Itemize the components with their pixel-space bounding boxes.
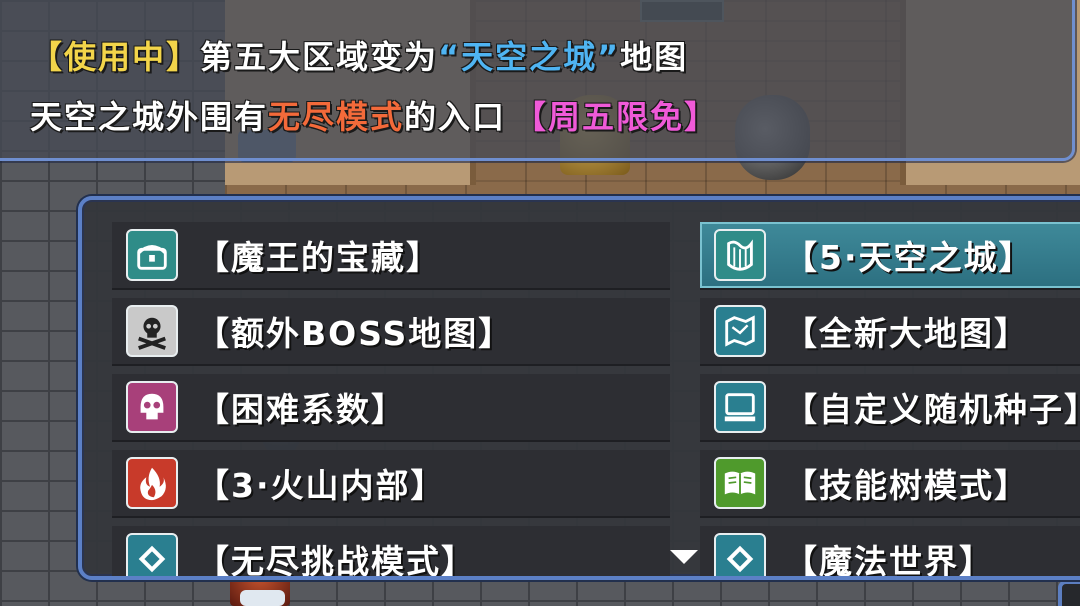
menu-item-label: 【魔王的宝藏】 [196,238,441,277]
skull-crossbones-icon [126,305,178,357]
diamond-icon [714,533,766,576]
menu-item-label: 【5·天空之城】 [784,238,1034,277]
menu-item-difficulty[interactable]: 【困难系数】 [112,374,670,442]
menu-item-demon-treasure[interactable]: 【魔王的宝藏】 [112,222,670,290]
menu-item-label: 【魔法世界】 [784,542,994,580]
menu-item-volcano[interactable]: 【3·火山内部】 [112,450,670,518]
announcement-line-2: 天空之城外围有无尽模式的入口 【周五限免】 [30,92,718,138]
menu-item-magic-world[interactable]: 【魔法世界】 [700,526,1080,580]
menu-item-endless-challenge[interactable]: 【无尽挑战模式】 [112,526,670,580]
announcement-line-1: 【使用中】第五大区域变为“天空之城”地图 [30,32,688,78]
menu-item-custom-seed[interactable]: 【自定义随机种子】 [700,374,1080,442]
computer-icon [714,381,766,433]
announcement-text: 地图 [620,38,689,76]
announcement-text: 第五大区域变为 [200,38,439,76]
menu-item-label: 【3·火山内部】 [196,466,446,505]
harp-icon [714,229,766,281]
menu-item-extra-boss-map[interactable]: 【额外BOSS地图】 [112,298,670,366]
book-icon [714,457,766,509]
menu-item-label: 【困难系数】 [196,390,406,429]
announcement-text: 的入口 [404,98,507,136]
map-icon [714,305,766,357]
diamond-icon [126,533,178,576]
mode-menu-panel: 【魔王的宝藏】 【额外BOSS地图】 【困难系数】 【3·火山内部】 【无尽挑战… [78,196,1080,580]
menu-item-label: 【额外BOSS地图】 [196,314,514,353]
menu-item-label: 【全新大地图】 [784,314,1029,353]
menu-item-label: 【自定义随机种子】 [784,390,1080,429]
treasure-chest-icon [126,229,178,281]
scroll-down-arrow-icon[interactable] [670,550,698,564]
menu-item-label: 【无尽挑战模式】 [196,542,476,580]
menu-item-sky-city[interactable]: 【5·天空之城】 [700,222,1080,290]
status-tag: 【使用中】 [30,38,201,76]
corner-button[interactable] [1058,580,1080,606]
menu-item-skill-tree[interactable]: 【技能树模式】 [700,450,1080,518]
sky-city-highlight: “天空之城” [438,38,621,76]
menu-item-new-big-map[interactable]: 【全新大地图】 [700,298,1080,366]
pet-character [240,590,285,606]
menu-item-label: 【技能树模式】 [784,466,1029,505]
endless-mode-highlight: 无尽模式 [268,98,405,136]
skull-icon [126,381,178,433]
announcement-banner: 【使用中】第五大区域变为“天空之城”地图 天空之城外围有无尽模式的入口 【周五限免… [0,0,1075,161]
friday-free-tag: 【周五限免】 [514,98,719,136]
fire-icon [126,457,178,509]
announcement-text: 天空之城外围有 [30,98,269,136]
